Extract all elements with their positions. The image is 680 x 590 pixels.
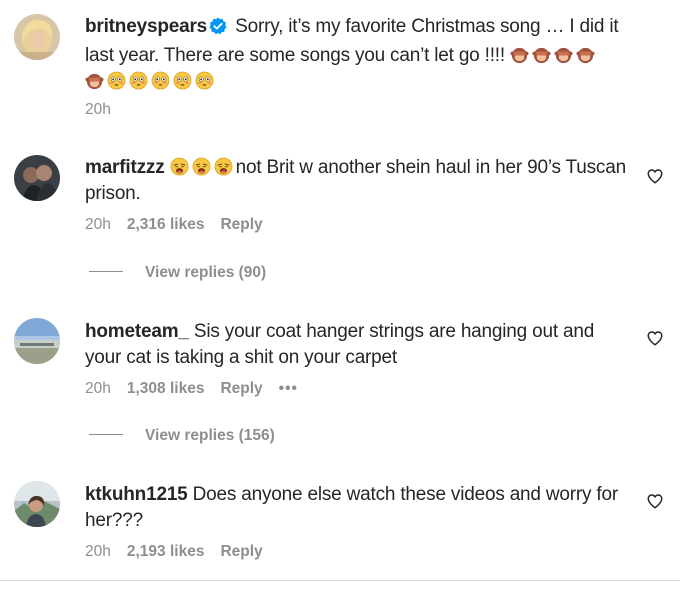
avatar-image xyxy=(14,318,60,364)
divider-line xyxy=(89,271,123,272)
divider-line xyxy=(89,434,123,435)
heart-icon[interactable] xyxy=(646,329,664,347)
heart-icon[interactable] xyxy=(646,167,664,185)
view-replies-label: View replies (90) xyxy=(145,264,267,281)
weary-face-emoji xyxy=(170,157,189,176)
likes-count[interactable]: 2,316 likes xyxy=(127,216,205,233)
likes-count[interactable]: 1,308 likes xyxy=(127,380,205,397)
comment-text-block: britneyspears Sorry, it’s my favorite Ch… xyxy=(85,14,630,95)
timestamp: 20h xyxy=(85,101,111,118)
more-options-icon[interactable]: ••• xyxy=(279,380,298,397)
username[interactable]: hometeam_ xyxy=(85,321,189,342)
flushed-face-emoji xyxy=(107,71,126,90)
bottom-divider xyxy=(0,580,680,581)
avatar-image xyxy=(14,14,60,60)
likes-count[interactable]: 2,193 likes xyxy=(127,543,205,560)
flushed-face-emoji xyxy=(173,71,192,90)
reply-button[interactable]: Reply xyxy=(220,543,262,560)
avatar[interactable] xyxy=(14,318,60,364)
username[interactable]: ktkuhn1215 xyxy=(85,484,188,505)
view-replies-button[interactable]: View replies (90) xyxy=(89,264,266,282)
comment-meta: 20h 1,308 likes Reply ••• xyxy=(85,380,314,398)
comment-meta: 20h 2,316 likes Reply xyxy=(85,216,279,234)
username[interactable]: marfitzzz xyxy=(85,157,165,178)
flushed-face-emoji xyxy=(151,71,170,90)
timestamp: 20h xyxy=(85,543,111,560)
comment-text-block: marfitzzz not Brit w another shein haul … xyxy=(85,155,630,207)
timestamp: 20h xyxy=(85,380,111,397)
see-no-evil-monkey-emoji xyxy=(510,45,529,64)
flushed-face-emoji xyxy=(129,71,148,90)
avatar[interactable] xyxy=(14,14,60,60)
heart-icon[interactable] xyxy=(646,492,664,510)
username[interactable]: britneyspears xyxy=(85,16,207,37)
see-no-evil-monkey-emoji xyxy=(532,45,551,64)
flushed-face-emoji xyxy=(195,71,214,90)
reply-button[interactable]: Reply xyxy=(220,380,262,397)
comment-text-block: hometeam_ Sis your coat hanger strings a… xyxy=(85,319,630,371)
see-no-evil-monkey-emoji xyxy=(554,45,573,64)
weary-face-emoji xyxy=(214,157,233,176)
reply-button[interactable]: Reply xyxy=(220,216,262,233)
avatar[interactable] xyxy=(14,481,60,527)
see-no-evil-monkey-emoji xyxy=(85,71,104,90)
verified-badge-icon xyxy=(209,17,227,43)
see-no-evil-monkey-emoji xyxy=(576,45,595,64)
weary-face-emoji xyxy=(192,157,211,176)
avatar-image xyxy=(14,155,60,201)
comment-meta: 20h xyxy=(85,101,127,119)
comment-text: not Brit w another shein haul in her 90’… xyxy=(85,157,626,204)
avatar-image xyxy=(14,481,60,527)
view-replies-label: View replies (156) xyxy=(145,427,275,444)
view-replies-button[interactable]: View replies (156) xyxy=(89,427,275,445)
comment-meta: 20h 2,193 likes Reply xyxy=(85,543,279,561)
avatar[interactable] xyxy=(14,155,60,201)
comment-text-block: ktkuhn1215 Does anyone else watch these … xyxy=(85,482,630,534)
timestamp: 20h xyxy=(85,216,111,233)
